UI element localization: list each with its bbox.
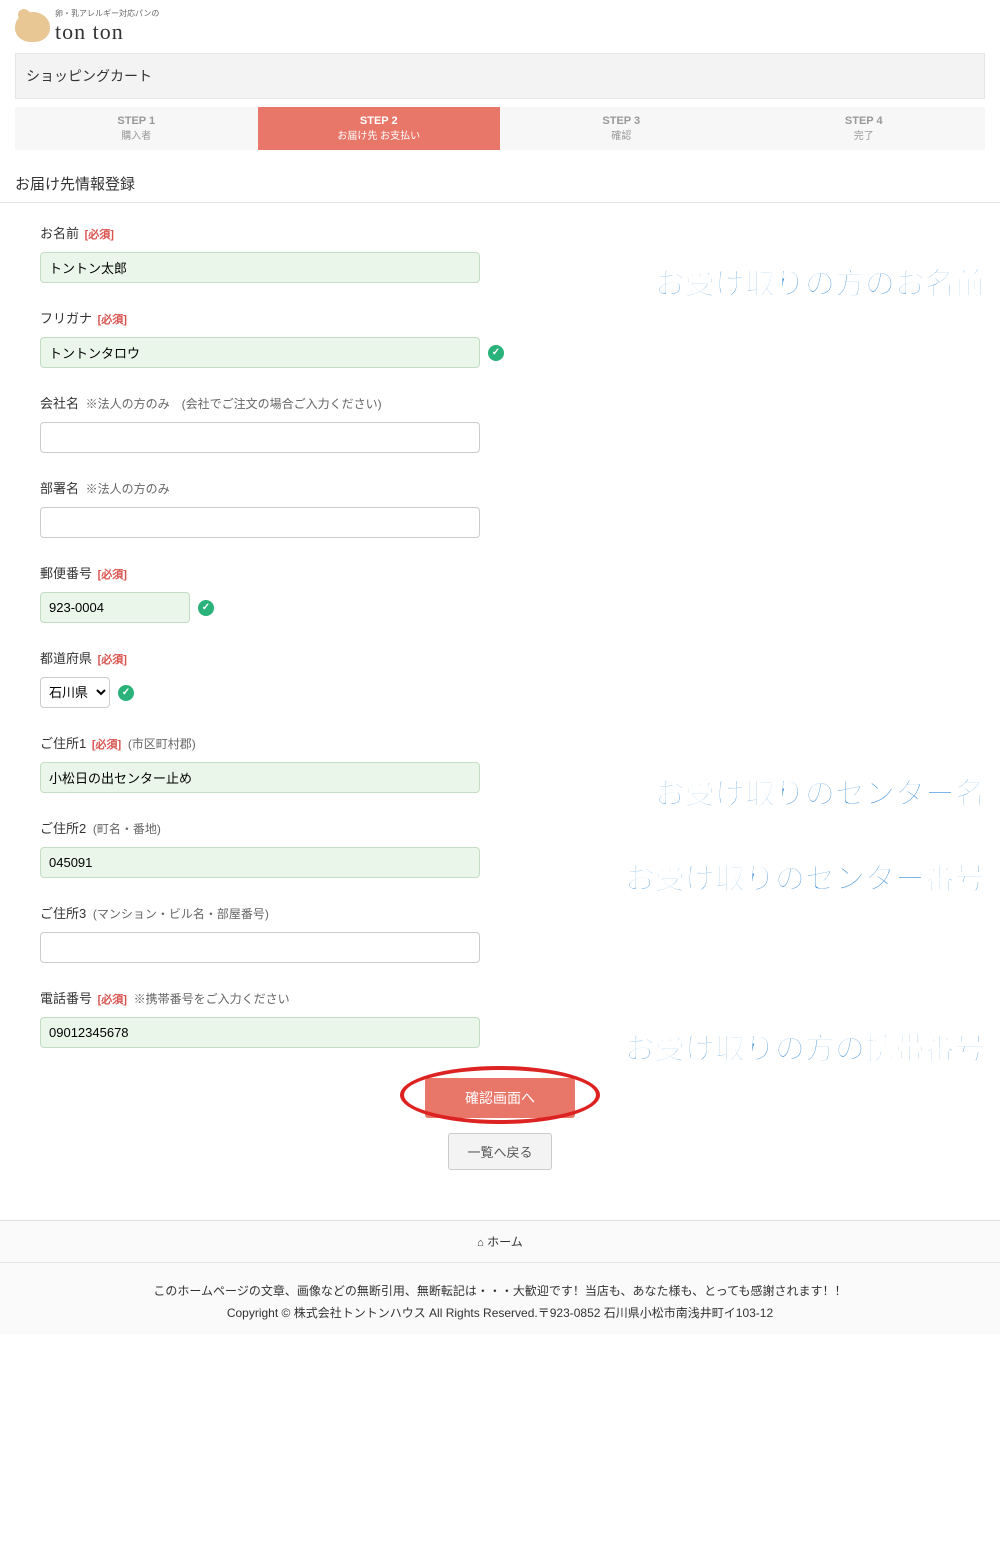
step-2: STEP 2 お届け先 お支払い bbox=[258, 107, 501, 150]
pref-select[interactable]: 石川県 bbox=[40, 677, 110, 708]
addr1-input[interactable] bbox=[40, 762, 480, 793]
addr1-hint: (市区町村郡) bbox=[128, 737, 196, 751]
required-badge: [必須] bbox=[98, 994, 127, 1006]
field-dept: 部署名 ※法人の方のみ bbox=[40, 478, 960, 538]
logo-area: 卵・乳アレルギー対応パンの ton ton bbox=[0, 0, 1000, 53]
footer-line-1: このホームページの文章、画像などの無断引用、無断転記は・・・大歓迎です！当店も、… bbox=[10, 1281, 990, 1303]
back-button[interactable]: 一覧へ戻る bbox=[448, 1133, 551, 1170]
dept-hint: ※法人の方のみ bbox=[86, 482, 170, 496]
addr3-input[interactable] bbox=[40, 932, 480, 963]
required-badge: [必須] bbox=[92, 739, 121, 751]
company-input[interactable] bbox=[40, 422, 480, 453]
kana-label: フリガナ bbox=[40, 311, 92, 326]
postal-label: 郵便番号 bbox=[40, 566, 92, 581]
logo-brand: ton ton bbox=[55, 19, 159, 45]
pref-label: 都道府県 bbox=[40, 651, 92, 666]
addr2-input[interactable] bbox=[40, 847, 480, 878]
footer-line-2: Copyright © 株式会社トントンハウス All Rights Reser… bbox=[10, 1303, 990, 1325]
name-label: お名前 bbox=[40, 226, 79, 241]
addr3-label: ご住所3 bbox=[40, 906, 86, 921]
field-company: 会社名 ※法人の方のみ (会社でご注文の場合ご入力ください) bbox=[40, 393, 960, 453]
home-icon: ⌂ bbox=[477, 1237, 484, 1249]
footer: ⌂ ホーム このホームページの文章、画像などの無断引用、無断転記は・・・大歓迎で… bbox=[0, 1220, 1000, 1334]
progress-steps: STEP 1 購入者 STEP 2 お届け先 お支払い STEP 3 確認 ST… bbox=[15, 107, 985, 150]
dept-label: 部署名 bbox=[40, 481, 79, 496]
name-input[interactable] bbox=[40, 252, 480, 283]
check-icon: ✓ bbox=[198, 600, 214, 616]
field-name: お名前 [必須] お受け取りの方のお名前 bbox=[40, 223, 960, 283]
phone-hint: ※携帯番号をご入力ください bbox=[134, 992, 290, 1006]
field-addr2: ご住所2 (町名・番地) お受け取りのセンター番号 bbox=[40, 818, 960, 878]
phone-input[interactable] bbox=[40, 1017, 480, 1048]
logo-icon bbox=[15, 12, 50, 42]
kana-input[interactable] bbox=[40, 337, 480, 368]
submit-button[interactable]: 確認画面へ bbox=[425, 1078, 575, 1118]
dept-input[interactable] bbox=[40, 507, 480, 538]
field-postal: 郵便番号 [必須] ✓ bbox=[40, 563, 960, 623]
field-pref: 都道府県 [必須] 石川県 ✓ bbox=[40, 648, 960, 708]
check-icon: ✓ bbox=[118, 685, 134, 701]
addr1-label: ご住所1 bbox=[40, 736, 86, 751]
required-badge: [必須] bbox=[98, 569, 127, 581]
company-hint: ※法人の方のみ (会社でご注文の場合ご入力ください) bbox=[86, 397, 382, 411]
field-addr1: ご住所1 [必須] (市区町村郡) お受け取りのセンター名 bbox=[40, 733, 960, 793]
step-4: STEP 4 完了 bbox=[743, 107, 986, 150]
company-label: 会社名 bbox=[40, 396, 79, 411]
required-badge: [必須] bbox=[98, 654, 127, 666]
home-link[interactable]: ホーム bbox=[487, 1235, 523, 1249]
page-title: ショッピングカート bbox=[15, 53, 985, 99]
field-kana: フリガナ [必須] ✓ bbox=[40, 308, 960, 368]
logo-tagline: 卵・乳アレルギー対応パンの bbox=[55, 8, 159, 19]
field-addr3: ご住所3 (マンション・ビル名・部屋番号) bbox=[40, 903, 960, 963]
postal-input[interactable] bbox=[40, 592, 190, 623]
required-badge: [必須] bbox=[98, 314, 127, 326]
addr3-hint: (マンション・ビル名・部屋番号) bbox=[93, 907, 269, 921]
field-phone: 電話番号 [必須] ※携帯番号をご入力ください お受け取りの方の携帯番号 bbox=[40, 988, 960, 1048]
phone-label: 電話番号 bbox=[40, 991, 92, 1006]
required-badge: [必須] bbox=[85, 229, 114, 241]
addr2-label: ご住所2 bbox=[40, 821, 86, 836]
check-icon: ✓ bbox=[488, 345, 504, 361]
section-title: お届け先情報登録 bbox=[0, 165, 1000, 203]
step-3: STEP 3 確認 bbox=[500, 107, 743, 150]
step-1: STEP 1 購入者 bbox=[15, 107, 258, 150]
addr2-hint: (町名・番地) bbox=[93, 822, 161, 836]
